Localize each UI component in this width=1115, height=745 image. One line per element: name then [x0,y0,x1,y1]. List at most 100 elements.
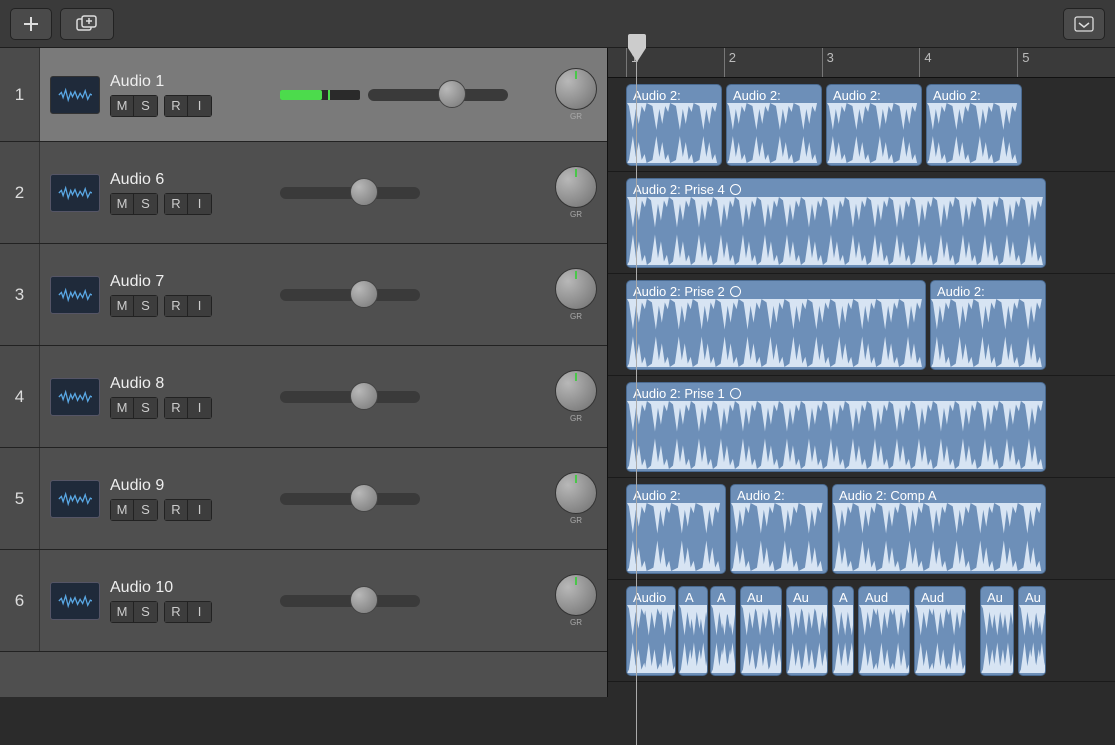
audio-region[interactable]: Au [980,586,1014,676]
track-header[interactable]: 4Audio 8MSRIGR [0,346,607,448]
track-number[interactable]: 6 [0,550,40,651]
solo-button[interactable]: S [134,193,158,215]
volume-fader[interactable] [280,289,420,301]
fader-thumb[interactable] [350,178,378,206]
fader-thumb[interactable] [350,484,378,512]
input-monitor-button[interactable]: I [188,193,212,215]
audio-region[interactable]: Audio 2: [930,280,1046,370]
audio-region[interactable]: Audio 2: Prise 4 [626,178,1046,268]
audio-region[interactable]: Aud [914,586,966,676]
track-number[interactable]: 5 [0,448,40,549]
input-monitor-button[interactable]: I [188,295,212,317]
solo-button[interactable]: S [134,295,158,317]
track-number[interactable]: 4 [0,346,40,447]
track-name[interactable]: Audio 6 [110,171,270,189]
track-lane[interactable]: Audio 2: Prise 4 [608,172,1115,274]
audio-region[interactable]: Au [786,586,828,676]
track-number[interactable]: 3 [0,244,40,345]
record-enable-button[interactable]: R [164,601,188,623]
mute-button[interactable]: M [110,193,134,215]
track-number[interactable]: 2 [0,142,40,243]
audio-region[interactable]: Au [740,586,782,676]
track-name[interactable]: Audio 7 [110,273,270,291]
timeline-ruler[interactable]: 12345 [608,48,1115,78]
fader-thumb[interactable] [350,586,378,614]
audio-region[interactable]: Audio 2: [926,84,1022,166]
arrange-area[interactable]: 12345 Audio 2:Audio 2:Audio 2:Audio 2:Au… [608,48,1115,697]
mute-button[interactable]: M [110,397,134,419]
audio-region[interactable]: Audio 2: [626,484,726,574]
track-header[interactable]: 5Audio 9MSRIGR [0,448,607,550]
track-header[interactable]: 3Audio 7MSRIGR [0,244,607,346]
waveform-icon[interactable] [50,480,100,518]
playhead-icon[interactable] [628,48,646,62]
track-lane[interactable]: Audio 2: Prise 2Audio 2: [608,274,1115,376]
audio-region[interactable]: Aud [858,586,910,676]
waveform-icon[interactable] [50,582,100,620]
track-name[interactable]: Audio 10 [110,579,270,597]
volume-fader[interactable] [280,391,420,403]
audio-region[interactable]: A [832,586,854,676]
mute-button[interactable]: M [110,601,134,623]
audio-region[interactable]: Audio 2: Comp A [832,484,1046,574]
solo-button[interactable]: S [134,499,158,521]
record-enable-button[interactable]: R [164,499,188,521]
track-number[interactable]: 1 [0,48,40,141]
mute-button[interactable]: M [110,95,134,117]
waveform-icon[interactable] [50,276,100,314]
input-monitor-button[interactable]: I [188,499,212,521]
track-lane[interactable]: Audio 2: Prise 1 [608,376,1115,478]
pan-knob[interactable] [555,268,597,310]
audio-region[interactable]: Audio 2: Prise 1 [626,382,1046,472]
pan-knob[interactable] [555,370,597,412]
input-monitor-button[interactable]: I [188,397,212,419]
audio-region[interactable]: Au [1018,586,1046,676]
track-lane[interactable]: Audio 2:Audio 2:Audio 2:Audio 2: [608,78,1115,172]
waveform-icon[interactable] [50,76,100,114]
track-lane[interactable]: Audio 2:Audio 2:Audio 2: Comp A [608,478,1115,580]
volume-fader[interactable] [368,89,508,101]
record-enable-button[interactable]: R [164,295,188,317]
record-enable-button[interactable]: R [164,193,188,215]
mute-button[interactable]: M [110,499,134,521]
audio-region[interactable]: Audio 2: [726,84,822,166]
add-track-button[interactable] [10,8,52,40]
duplicate-track-button[interactable] [60,8,114,40]
fader-thumb[interactable] [438,80,466,108]
mute-button[interactable]: M [110,295,134,317]
track-header-menu-button[interactable] [1063,8,1105,40]
pan-knob[interactable] [555,472,597,514]
input-monitor-button[interactable]: I [188,601,212,623]
record-enable-button[interactable]: R [164,397,188,419]
track-header[interactable]: 6Audio 10MSRIGR [0,550,607,652]
audio-region[interactable]: A [678,586,708,676]
audio-region[interactable]: Audio [626,586,676,676]
track-header[interactable]: 2Audio 6MSRIGR [0,142,607,244]
audio-region[interactable]: A [710,586,736,676]
pan-knob[interactable] [555,574,597,616]
pan-knob[interactable] [555,166,597,208]
fader-thumb[interactable] [350,280,378,308]
solo-button[interactable]: S [134,95,158,117]
track-header[interactable]: 1Audio 1MSRIGR [0,48,607,142]
volume-fader[interactable] [280,493,420,505]
waveform-icon[interactable] [50,174,100,212]
track-lane[interactable]: AudioAAAuAuAAudAudAuAu [608,580,1115,682]
audio-region[interactable]: Audio 2: [626,84,722,166]
volume-fader[interactable] [280,187,420,199]
audio-region[interactable]: Audio 2: Prise 2 [626,280,926,370]
track-name[interactable]: Audio 8 [110,375,270,393]
pan-knob[interactable] [555,68,597,110]
fader-thumb[interactable] [350,382,378,410]
input-monitor-button[interactable]: I [188,95,212,117]
track-name[interactable]: Audio 9 [110,477,270,495]
audio-region[interactable]: Audio 2: [730,484,828,574]
track-name[interactable]: Audio 1 [110,73,270,91]
waveform-icon[interactable] [50,378,100,416]
solo-button[interactable]: S [134,397,158,419]
volume-fader[interactable] [280,595,420,607]
knob-label-r: R [576,112,582,121]
solo-button[interactable]: S [134,601,158,623]
audio-region[interactable]: Audio 2: [826,84,922,166]
record-enable-button[interactable]: R [164,95,188,117]
